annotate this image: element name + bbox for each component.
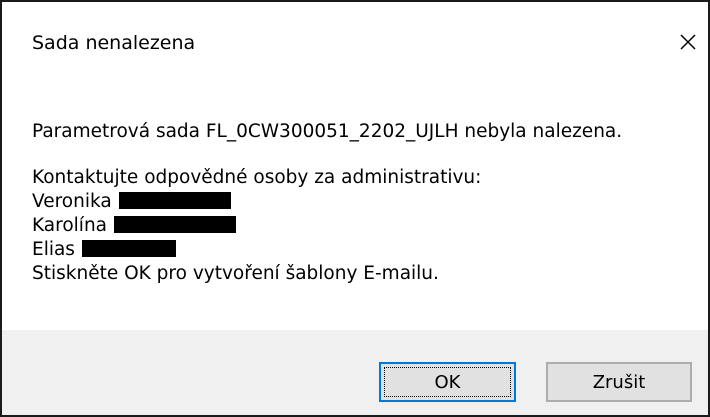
ok-button[interactable]: OK <box>379 362 516 402</box>
button-bar: OK Zrušit <box>2 330 708 415</box>
title-bar: Sada nenalezena <box>2 2 708 82</box>
contact-name: Elias <box>32 239 75 260</box>
dialog-message: Parametrová sada FL_0CW300051_2202_UJLH … <box>32 120 698 286</box>
dialog-title: Sada nenalezena <box>32 32 196 54</box>
contact-item: Karolína <box>32 214 698 238</box>
message-not-found: Parametrová sada FL_0CW300051_2202_UJLH … <box>32 121 623 142</box>
contact-name: Karolína <box>32 215 108 236</box>
ok-button-label: OK <box>434 371 461 393</box>
redacted-surname <box>81 240 176 257</box>
cancel-button[interactable]: Zrušit <box>546 362 692 402</box>
contact-item: Veronika <box>32 190 698 214</box>
instruction-text: Stiskněte OK pro vytvoření šablony E-mai… <box>32 263 439 284</box>
contact-item: Elias <box>32 238 698 262</box>
contact-name: Veronika <box>32 191 112 212</box>
close-icon <box>680 34 696 50</box>
close-button[interactable] <box>670 24 706 60</box>
redacted-surname <box>118 192 231 209</box>
redacted-surname <box>114 216 237 233</box>
contact-heading: Kontaktujte odpovědné osoby za administr… <box>32 167 482 188</box>
message-dialog: Sada nenalezena Parametrová sada FL_0CW3… <box>0 0 710 417</box>
